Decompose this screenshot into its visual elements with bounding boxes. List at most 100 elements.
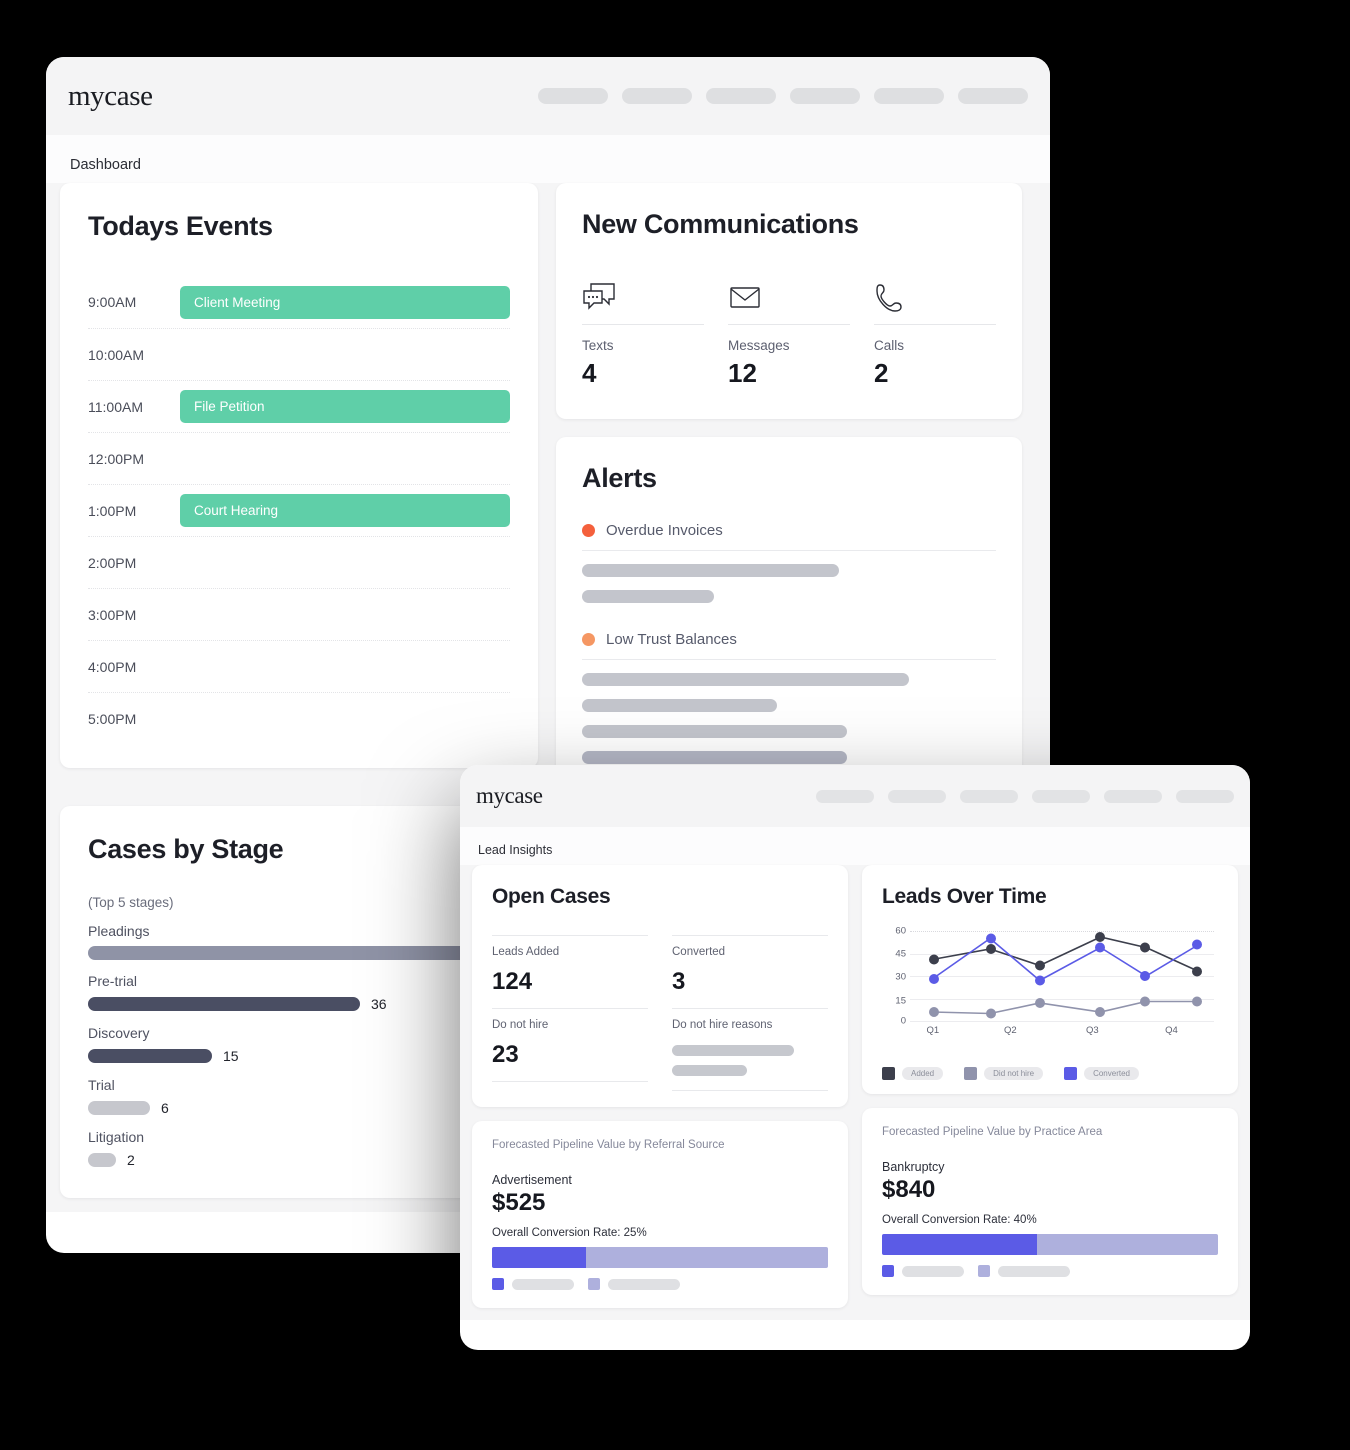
dashboard-nav[interactable] (538, 88, 1028, 104)
event-time: 12:00PM (88, 450, 145, 467)
divider (874, 324, 996, 325)
comm-label: Messages (728, 338, 790, 353)
divider (728, 324, 850, 325)
divider (672, 935, 828, 936)
nav-pill-4[interactable] (1032, 789, 1090, 803)
event-row[interactable]: 9:00AM Client Meeting (88, 276, 510, 328)
pipeline-title: Forecasted Pipeline Value by Practice Ar… (882, 1126, 1103, 1138)
pipeline-bar-track (586, 1247, 828, 1268)
pipeline-legend (492, 1278, 828, 1290)
legend-label-placeholder (512, 1278, 574, 1290)
y-tick-label: 60 (895, 925, 906, 937)
comm-label: Calls (874, 338, 905, 353)
stage-count: 36 (371, 996, 387, 1012)
alert-skeleton-line (582, 699, 777, 712)
divider (492, 1081, 648, 1082)
legend-label-placeholder (608, 1278, 680, 1290)
nav-pill-1[interactable] (816, 789, 874, 803)
comm-value: 4 (582, 358, 597, 388)
leads-over-time-card: Leads Over Time 60 45 30 15 0 Q1 Q2 Q3 Q… (862, 865, 1238, 1094)
legend-item-did-not-hire[interactable]: Did not hire (964, 1067, 1044, 1080)
pipeline-legend (882, 1265, 1218, 1277)
divider (672, 1090, 828, 1091)
event-row[interactable]: 1:00PM Court Hearing (88, 484, 510, 536)
new-communications-title: New Communications (582, 209, 859, 239)
alert-skeleton-line (582, 590, 715, 603)
comm-metric-texts: Texts 4 (582, 270, 704, 389)
divider (582, 324, 704, 325)
nav-pill-5[interactable] (874, 88, 944, 104)
open-cases-title: Open Cases (492, 885, 611, 908)
nav-pill-2[interactable] (888, 789, 946, 803)
pipeline-progress-bar (492, 1247, 828, 1268)
event-row[interactable]: 4:00PM (88, 640, 510, 692)
event-row[interactable]: 2:00PM (88, 536, 510, 588)
legend-label-placeholder (998, 1265, 1070, 1277)
nav-pill-3[interactable] (960, 789, 1018, 803)
nav-pill-4[interactable] (790, 88, 860, 104)
todays-events-card: Todays Events 9:00AM Client Meeting 10:0… (60, 183, 538, 768)
legend-label: Converted (1084, 1067, 1139, 1080)
envelope-icon (728, 270, 850, 312)
legend-item-added[interactable]: Added (882, 1067, 944, 1080)
event-row[interactable]: 10:00AM (88, 328, 510, 380)
alert-skeleton-line (582, 673, 910, 686)
new-communications-card: New Communications Texts 4 Messages 12 C… (556, 183, 1022, 419)
alerts-title: Alerts (582, 463, 657, 493)
pipeline-bar-fill (492, 1247, 587, 1268)
lead-insights-window: mycase Lead Insights Open Cases Leads Ad… (460, 765, 1250, 1350)
event-chip[interactable]: File Petition (180, 390, 510, 423)
stage-bar (88, 1101, 150, 1115)
x-tick-label: Q1 (926, 1024, 940, 1036)
event-row[interactable]: 3:00PM (88, 588, 510, 640)
chart-legend: Added Did not hire Converted (882, 1067, 1218, 1080)
legend-swatch-converted (882, 1265, 894, 1277)
event-row[interactable]: 11:00AM File Petition (88, 380, 510, 432)
alert-group-low-trust-balances[interactable]: Low Trust Balances (582, 631, 996, 764)
breadcrumb: Lead Insights (460, 827, 1250, 865)
y-tick-label: 15 (895, 995, 906, 1007)
legend-item-converted[interactable]: Converted (1064, 1067, 1139, 1080)
y-tick-label: 45 (895, 948, 906, 960)
event-row[interactable]: 12:00PM (88, 432, 510, 484)
metric-value: 23 (492, 1041, 519, 1068)
event-row[interactable]: 5:00PM (88, 692, 510, 744)
nav-pill-1[interactable] (538, 88, 608, 104)
open-cases-card: Open Cases Leads Added 124 Do not hire 2… (472, 865, 848, 1107)
x-tick-label: Q3 (1086, 1024, 1099, 1036)
leads-over-time-chart: 60 45 30 15 0 Q1 Q2 Q3 Q4 (882, 926, 1218, 1043)
metric-label: Do not hire reasons (672, 1019, 773, 1031)
gridline (910, 1021, 1214, 1022)
mycase-logo: mycase (476, 783, 543, 808)
divider (582, 550, 996, 551)
stage-count: 15 (223, 1048, 239, 1064)
alert-group-overdue-invoices[interactable]: Overdue Invoices (582, 522, 996, 603)
lead-insights-titlebar: mycase (460, 765, 1250, 827)
legend-swatch-remaining (588, 1278, 600, 1290)
stage-bar (88, 1153, 116, 1167)
event-time: 2:00PM (88, 554, 137, 571)
nav-pill-6[interactable] (958, 88, 1028, 104)
pipeline-name: Advertisement (492, 1173, 572, 1187)
comm-value: 2 (874, 358, 889, 388)
chart-plot-area: Q1 Q2 Q3 Q4 (910, 931, 1214, 1036)
divider (582, 659, 996, 660)
pipeline-conversion-rate: Overall Conversion Rate: 25% (492, 1227, 647, 1239)
comm-metric-calls: Calls 2 (874, 270, 996, 389)
metric-leads-added: Leads Added 124 Do not hire 23 (492, 935, 648, 1091)
alert-skeleton-line (582, 564, 839, 577)
metric-value: 124 (492, 968, 533, 995)
nav-pill-6[interactable] (1176, 789, 1234, 803)
nav-pill-5[interactable] (1104, 789, 1162, 803)
pipeline-bar-track (1036, 1234, 1218, 1255)
nav-pill-3[interactable] (706, 88, 776, 104)
alert-label: Low Trust Balances (606, 631, 737, 648)
event-chip[interactable]: Court Hearing (180, 494, 510, 527)
legend-swatch-did-not-hire (964, 1067, 978, 1080)
nav-pill-2[interactable] (622, 88, 692, 104)
metric-skeleton-line (672, 1065, 747, 1076)
lead-insights-body: Open Cases Leads Added 124 Do not hire 2… (460, 865, 1250, 1320)
event-chip[interactable]: Client Meeting (180, 285, 510, 319)
lead-insights-nav[interactable] (816, 789, 1234, 803)
stage-bar (88, 1049, 212, 1063)
